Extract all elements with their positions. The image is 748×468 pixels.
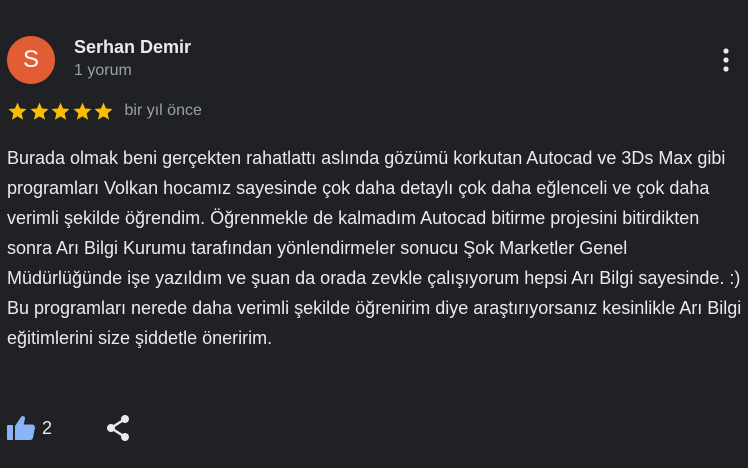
like-button[interactable]: 2	[6, 413, 52, 443]
star-filled-icon	[72, 102, 92, 120]
review-text: Burada olmak beni gerçekten rahatlattı a…	[7, 148, 742, 348]
like-count: 2	[42, 418, 53, 438]
avatar-initial: S	[22, 46, 39, 73]
author-review-count: 1 yorum	[74, 62, 132, 79]
review-date: bir yıl önce	[124, 102, 202, 119]
star-filled-icon	[94, 102, 113, 120]
avatar[interactable]: S	[7, 36, 55, 84]
more-vert-icon	[723, 48, 729, 72]
author-name[interactable]: Serhan Demir	[74, 36, 191, 58]
review-card: S Serhan Demir 1 yorum bir yıl önce Bura…	[0, 0, 748, 468]
rating-row: bir yıl önce	[7, 99, 202, 123]
star-filled-icon	[8, 102, 27, 120]
star-filled-icon	[29, 102, 49, 120]
star-rating	[7, 101, 115, 122]
thumbs-up-icon	[7, 416, 35, 440]
share-button[interactable]	[103, 413, 133, 443]
more-options-button[interactable]	[708, 42, 744, 78]
star-filled-icon	[51, 102, 70, 120]
share-icon	[107, 415, 129, 441]
